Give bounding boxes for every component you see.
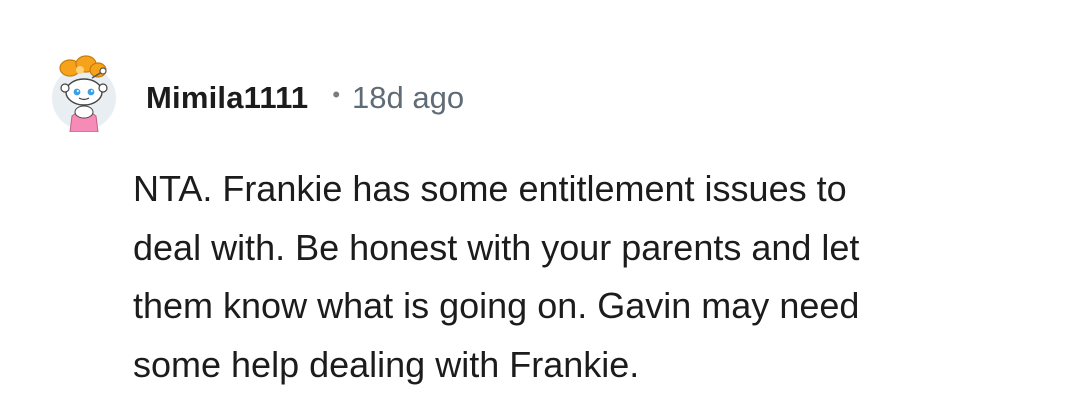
comment-body-line: deal with. Be honest with your parents a… bbox=[133, 226, 860, 268]
comment-timestamp[interactable]: 18d ago bbox=[352, 80, 464, 116]
author-username[interactable]: Mimila1111 bbox=[146, 80, 308, 116]
comment-header: Mimila1111 • 18d ago bbox=[50, 52, 464, 132]
meta-separator: • bbox=[332, 82, 341, 107]
comment-body: NTA. Frankie has some entitlement issues… bbox=[133, 160, 1033, 394]
comment-card: Mimila1111 • 18d ago NTA. Frankie has so… bbox=[0, 0, 1080, 408]
comment-body-line: some help dealing with Frankie. bbox=[133, 343, 640, 385]
snoo-avatar-icon[interactable] bbox=[50, 52, 118, 132]
comment-body-line: NTA. Frankie has some entitlement issues… bbox=[133, 168, 847, 209]
comment-body-line: them know what is going on. Gavin may ne… bbox=[133, 285, 860, 326]
